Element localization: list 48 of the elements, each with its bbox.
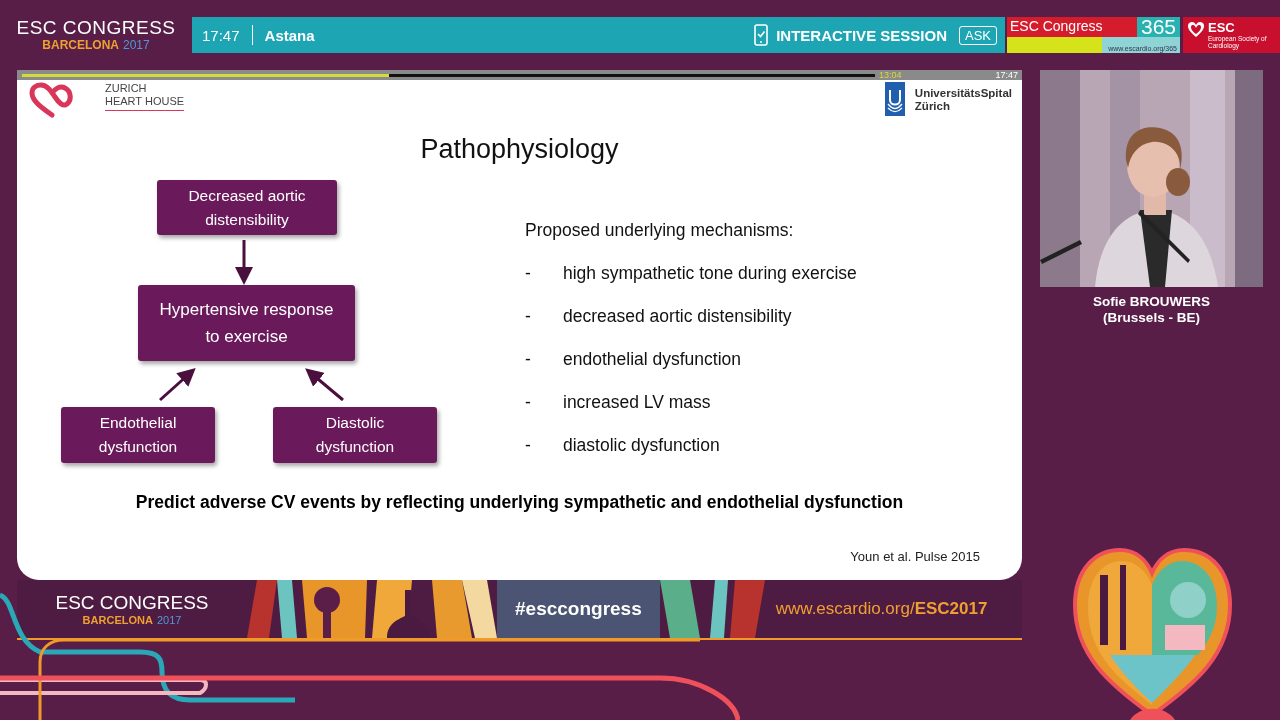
congress-url: www.escardio.org/ESC2017 bbox=[775, 599, 988, 619]
logo-text: Zürich bbox=[914, 100, 951, 113]
logo-text: ZURICH bbox=[105, 82, 148, 95]
diagram-node: Diastolic dysfunction bbox=[273, 407, 437, 463]
diagram-node: Hypertensive response to exercise bbox=[138, 285, 355, 361]
arrow bbox=[159, 368, 196, 402]
phone-check-icon bbox=[754, 24, 769, 46]
congress-logo-title: ESC CONGRESS bbox=[16, 18, 176, 38]
speaker-name: Sofie BROUWERS bbox=[1093, 294, 1210, 310]
list-item: endothelial dysfunction bbox=[563, 349, 742, 371]
list-item: increased LV mass bbox=[563, 392, 711, 414]
clock-time: 17:47 bbox=[995, 70, 1018, 80]
list-item: diastolic dysfunction bbox=[563, 435, 720, 457]
list-bullet: - bbox=[525, 392, 532, 414]
diagram-node: Endothelial dysfunction bbox=[61, 407, 215, 463]
list-bullet: - bbox=[525, 263, 532, 285]
conclusion-text: Predict adverse CV events by reflecting underlying sympathetic and endothelial dysfunction bbox=[134, 492, 905, 513]
list-item: high sympathetic tone during exercise bbox=[563, 263, 857, 285]
citation-text: Youn et al. Pulse 2015 bbox=[849, 549, 980, 564]
speaker-origin: (Brussels - BE) bbox=[1103, 310, 1200, 326]
arrow bbox=[235, 240, 253, 285]
room-name: Astana bbox=[264, 26, 315, 44]
list-bullet: - bbox=[525, 435, 532, 457]
list-item: decreased aortic distensibility bbox=[563, 306, 792, 328]
elapsed-time: 13:04 bbox=[879, 70, 902, 80]
brand-number: 365 bbox=[1136, 17, 1180, 37]
diagram-node: Decreased aortic distensibility bbox=[157, 180, 337, 235]
congress-logo-city: BARCELONA bbox=[42, 38, 119, 52]
society-abbr: ESC bbox=[1208, 21, 1236, 35]
brand-name: ESC Congress bbox=[1007, 17, 1137, 37]
session-time: 17:47 bbox=[202, 26, 240, 44]
session-label: INTERACTIVE SESSION bbox=[776, 26, 947, 44]
list-heading: Proposed underlying mechanisms: bbox=[525, 220, 795, 242]
heart-icon bbox=[1187, 21, 1205, 38]
logo-text: UniversitätsSpital bbox=[914, 87, 1012, 100]
list-bullet: - bbox=[525, 349, 532, 371]
congress-logo-year: 2017 bbox=[156, 614, 182, 626]
arrow bbox=[305, 368, 344, 402]
slide-title: Pathophysiology bbox=[419, 134, 620, 166]
list-bullet: - bbox=[525, 306, 532, 328]
congress-logo-year: 2017 bbox=[123, 38, 150, 52]
heart-loop-icon bbox=[29, 82, 75, 118]
congress-logo-title: ESC CONGRESS bbox=[55, 592, 209, 614]
hashtag: #esccongress bbox=[497, 580, 660, 638]
logo-text: HEART HOUSE bbox=[105, 95, 185, 108]
progress-track[interactable] bbox=[22, 73, 875, 77]
congress-logo-city: BARCELONA bbox=[82, 614, 153, 626]
ask-button[interactable]: ASK bbox=[959, 25, 997, 45]
